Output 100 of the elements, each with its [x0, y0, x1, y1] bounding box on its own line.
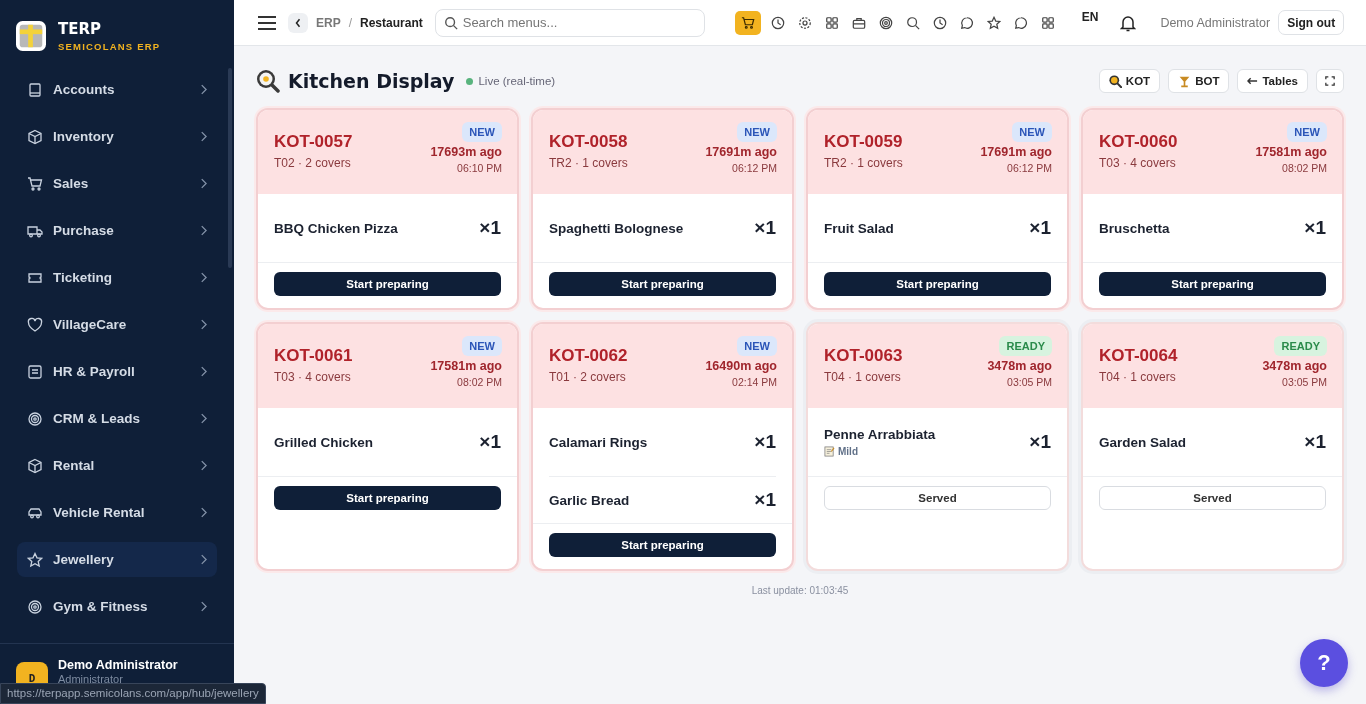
elapsed-time: 17693m ago [430, 145, 502, 159]
item-quantity: ×1 [1029, 217, 1051, 239]
order-time: 03:05 PM [1282, 376, 1327, 388]
item-quantity: ×1 [754, 217, 776, 239]
sidebar-item[interactable]: Vehicle Rental [17, 495, 217, 530]
status-label: NEW [462, 336, 502, 356]
start-preparing-button[interactable]: Start preparing [824, 272, 1051, 296]
sidebar-item[interactable]: CRM & Leads [17, 401, 217, 436]
elapsed-time: 17691m ago [980, 145, 1052, 159]
ticket-number: KOT-0057 [274, 132, 353, 152]
bot-button[interactable]: BOT [1168, 69, 1230, 93]
item-note: Mild [838, 446, 858, 457]
sidebar-item[interactable]: Purchase [17, 213, 217, 248]
cart-icon[interactable] [734, 10, 761, 35]
breadcrumb-item[interactable]: ERP [316, 15, 341, 30]
ticket-number: KOT-0064 [1099, 346, 1178, 366]
box-icon [27, 457, 43, 474]
start-preparing-button[interactable]: Start preparing [274, 486, 501, 510]
sidebar-item[interactable]: Sales [17, 166, 217, 201]
status-label: READY [1274, 336, 1327, 356]
sidebar-item[interactable]: Gym & Fitness [17, 589, 217, 624]
tables-button[interactable]: Tables [1237, 69, 1308, 93]
fullscreen-icon [1325, 76, 1335, 86]
chevron-icon [200, 507, 207, 518]
page-title: Kitchen Display [288, 70, 455, 92]
brand-name: TERP [58, 20, 103, 38]
language-code[interactable]: EN [1081, 9, 1099, 24]
search-field[interactable]: Search menus... [434, 8, 705, 37]
elapsed-time: 16490m ago [705, 359, 777, 373]
table-covers: TR2 · 1 covers [549, 156, 628, 170]
status-label: NEW [462, 122, 502, 142]
sign-out-button[interactable]: Sign out [1278, 10, 1345, 35]
cart-icon [27, 175, 43, 192]
chevron-icon [200, 554, 207, 565]
served-button[interactable]: Served [824, 486, 1051, 510]
table-covers: TR2 · 1 covers [824, 156, 903, 170]
chevron-icon [200, 319, 207, 330]
chevron-icon [200, 366, 207, 377]
item-name: Spaghetti Bolognese [549, 220, 684, 236]
notification-bell-icon[interactable] [1120, 13, 1137, 32]
table-covers: T03 · 4 covers [274, 370, 352, 384]
item-quantity: ×1 [754, 489, 776, 511]
chevron-icon [200, 225, 207, 236]
order-time: 06:10 PM [457, 162, 502, 174]
start-preparing-button[interactable]: Start preparing [274, 272, 501, 296]
book-icon [27, 81, 43, 98]
start-preparing-button[interactable]: Start preparing [1099, 272, 1326, 296]
chevron-icon [200, 460, 207, 471]
sidebar-item[interactable]: Jewellery [17, 542, 217, 577]
ticket-number: KOT-0063 [824, 346, 903, 366]
status-label: NEW [737, 336, 777, 356]
search-icon [443, 15, 458, 30]
status-label: NEW [1012, 122, 1052, 142]
order-time: 08:02 PM [457, 376, 502, 388]
item-name: BBQ Chicken Pizza [274, 220, 398, 236]
item-name: Fruit Salad [824, 220, 894, 236]
table-covers: T02 · 2 covers [274, 156, 352, 170]
served-button[interactable]: Served [1099, 486, 1326, 510]
sidebar-item[interactable]: Ticketing [17, 260, 217, 295]
box-icon [27, 128, 43, 145]
left-arrow-icon [1247, 77, 1259, 85]
fullscreen-button[interactable] [1316, 69, 1344, 93]
sidebar-item[interactable]: Accounts [17, 72, 217, 107]
table-covers: T04 · 1 covers [824, 370, 902, 384]
sidebar-item[interactable]: VillageCare [17, 307, 217, 342]
ticket-number: KOT-0058 [549, 132, 628, 152]
user-role: Administrator [58, 673, 124, 685]
goblet-icon [1178, 74, 1192, 88]
item-name: Calamari Rings [549, 434, 648, 450]
link-url-tooltip: https://terpapp.semicolans.com/app/hub/jewellery [0, 683, 266, 704]
elapsed-time: 3478m ago [1262, 359, 1327, 373]
status-label: NEW [737, 122, 777, 142]
sidebar-item[interactable]: HR & Payroll [17, 354, 217, 389]
order-time: 03:05 PM [1007, 376, 1052, 388]
star-icon [27, 551, 43, 568]
menu-icon[interactable] [258, 15, 276, 30]
frying-pan-icon [1108, 74, 1122, 88]
item-quantity: ×1 [1029, 431, 1051, 453]
order-time: 06:12 PM [732, 162, 777, 174]
item-name: Garlic Bread [549, 492, 630, 508]
chevron-icon [200, 272, 207, 283]
order-time: 02:14 PM [732, 376, 777, 388]
order-time: 06:12 PM [1007, 162, 1052, 174]
chevron-icon [200, 84, 207, 95]
start-preparing-button[interactable]: Start preparing [549, 272, 776, 296]
frying-pan-icon [256, 69, 280, 93]
item-quantity: ×1 [479, 217, 501, 239]
item-name: Garden Salad [1099, 434, 1187, 450]
ticket-number: KOT-0059 [824, 132, 903, 152]
heart-icon [27, 316, 43, 333]
start-preparing-button[interactable]: Start preparing [549, 533, 776, 557]
sidebar-item[interactable]: Inventory [17, 119, 217, 154]
target-icon [27, 410, 43, 427]
table-covers: T03 · 4 covers [1099, 156, 1177, 170]
chevron-icon [200, 178, 207, 189]
sidebar-item[interactable]: Rental [17, 448, 217, 483]
live-status-dot [466, 77, 474, 85]
back-button[interactable] [288, 12, 308, 33]
kot-button[interactable]: KOT [1098, 69, 1161, 93]
item-name: Penne Arrabbiata [824, 427, 936, 442]
